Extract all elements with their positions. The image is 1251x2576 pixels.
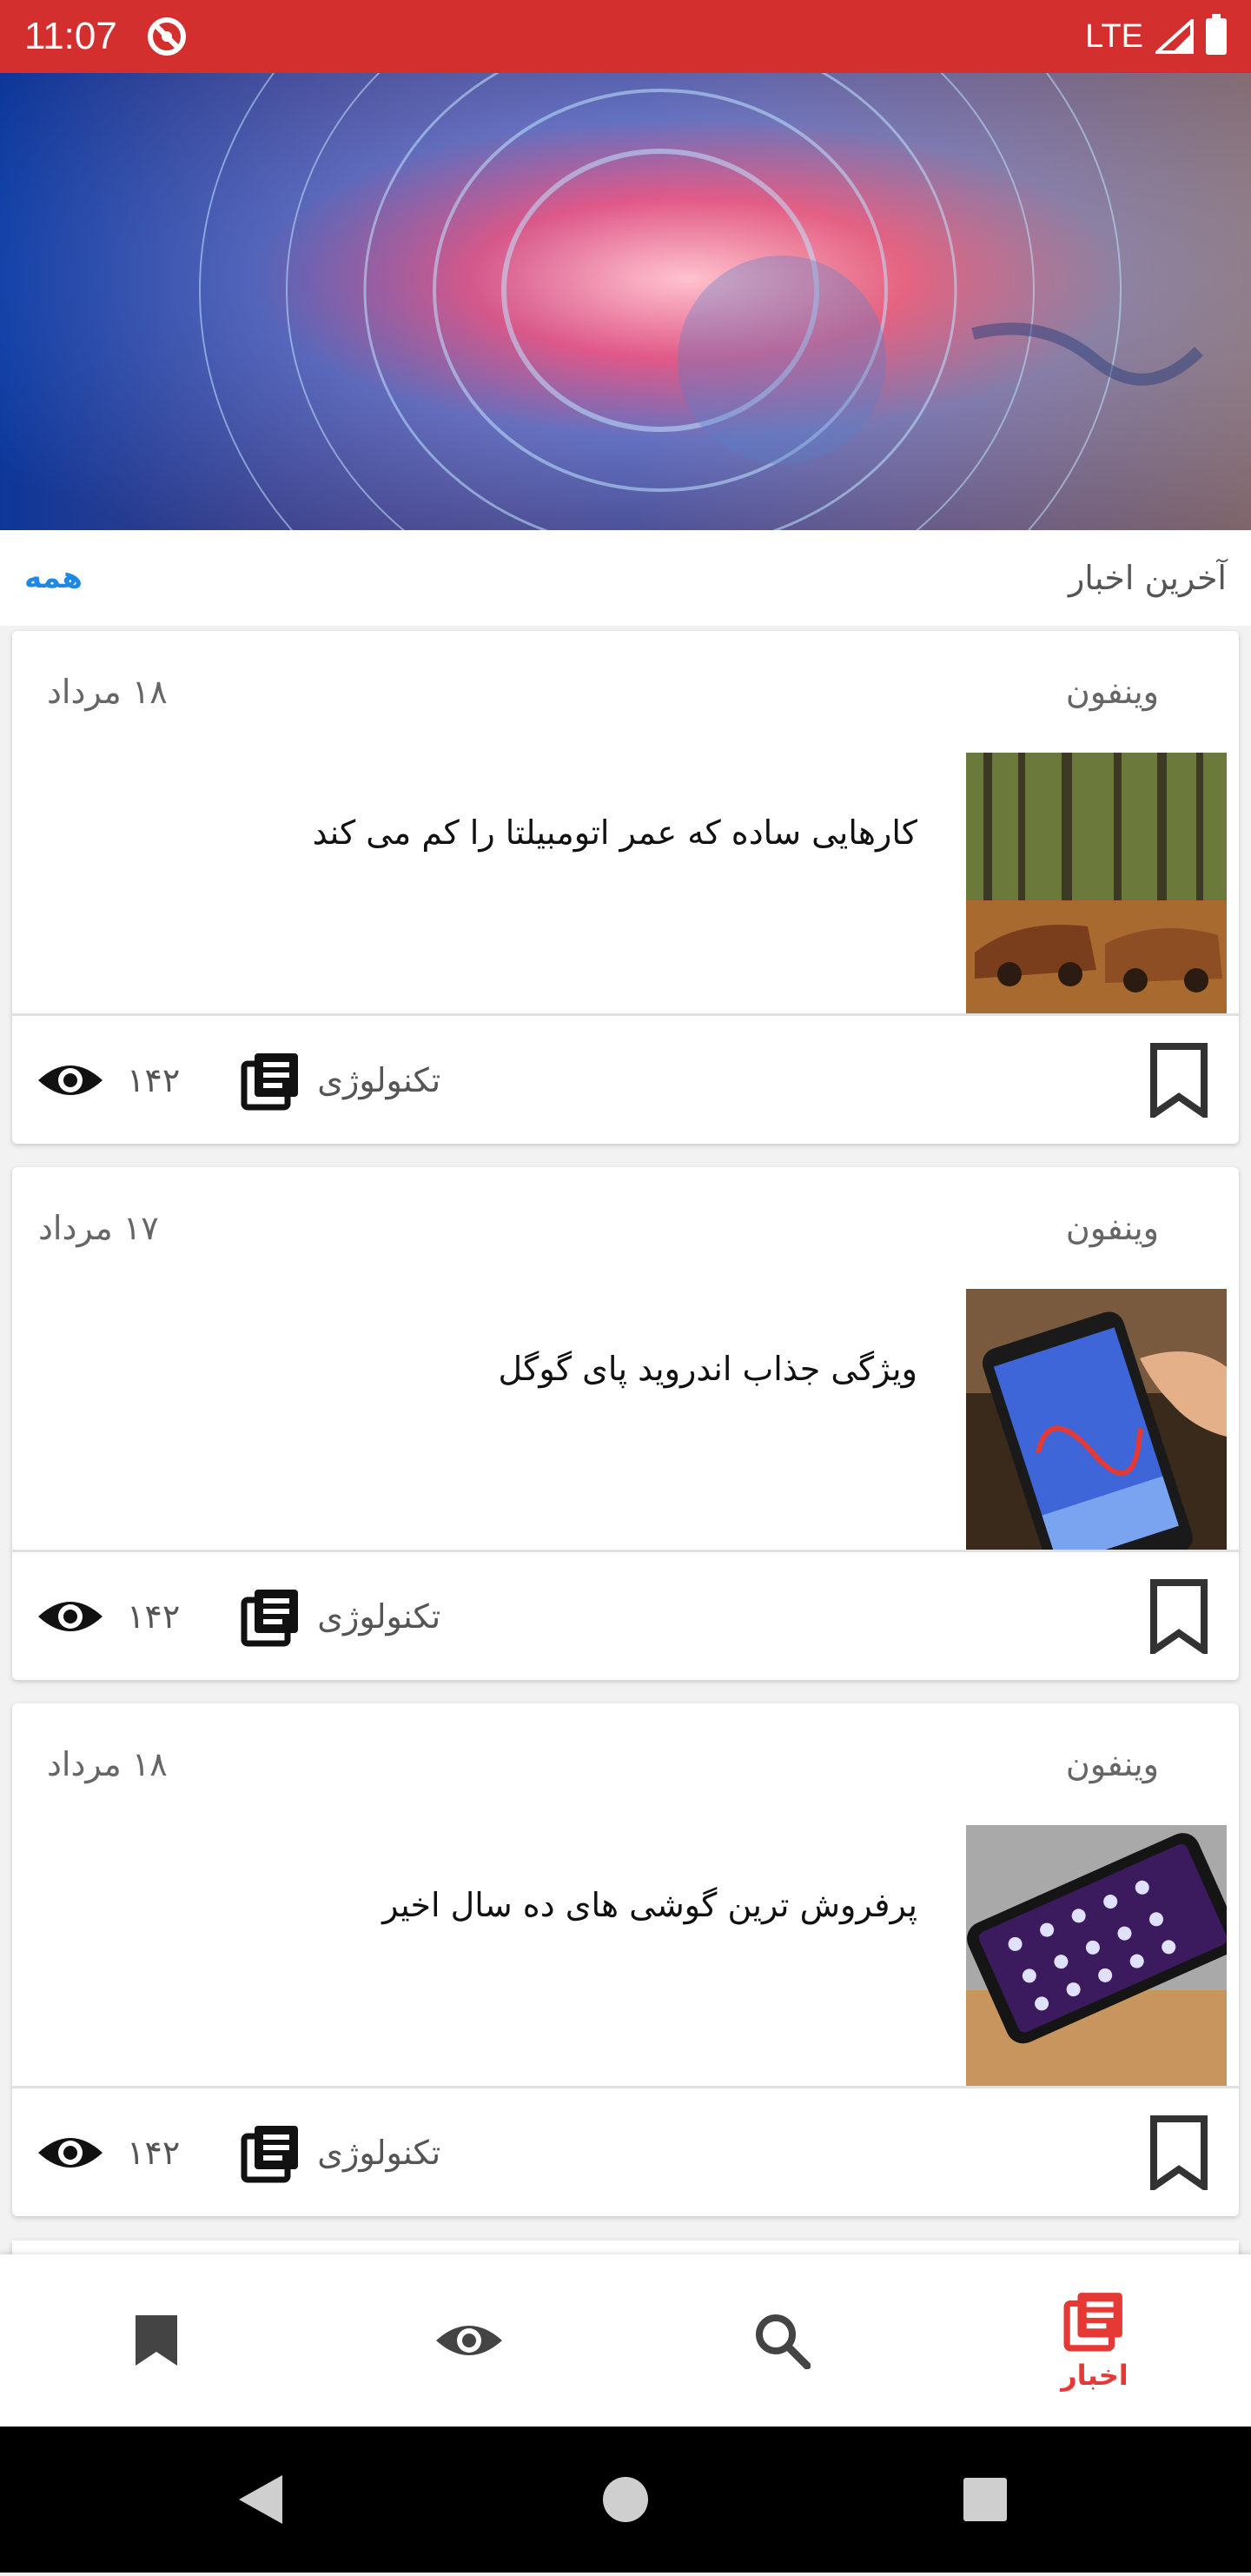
news-title[interactable]: ویژگی جذاب اندروید پای گوگل (498, 1350, 917, 1388)
recents-icon[interactable] (963, 2478, 1007, 2521)
news-thumbnail[interactable] (966, 1825, 1227, 2086)
news-date: ۱۸ مرداد (47, 673, 168, 711)
eye-icon (38, 1601, 103, 1631)
news-source: وینفون (1065, 673, 1159, 711)
see-all-link[interactable]: همه (24, 561, 83, 595)
news-card[interactable]: ۱۸ مرداد وینفون پرفروش ترین گوشی های ده … (12, 1703, 1239, 2216)
nav-bookmarks[interactable] (0, 2254, 313, 2427)
nav-viewed[interactable] (313, 2254, 626, 2427)
category-label: تکنولوژی (317, 1597, 441, 1636)
back-icon[interactable] (239, 2475, 282, 2524)
news-card[interactable]: ۱۷ مرداد وینفون ویژگی جذاب اندروید پای گ… (12, 1167, 1239, 1680)
view-count: ۱۴۲ (36, 2130, 180, 2175)
news-icon (1063, 2293, 1122, 2352)
battery-icon (1206, 14, 1227, 55)
nav-news[interactable]: اخبار (938, 2254, 1251, 2427)
search-icon (756, 2314, 811, 2369)
views-count: ۱۴۲ (127, 1597, 181, 1636)
eye-icon (436, 2326, 502, 2355)
section-title: آخرین اخبار (1068, 559, 1227, 597)
news-category-icon (241, 2125, 299, 2182)
category-label: تکنولوژی (317, 1060, 441, 1099)
news-title[interactable]: پرفروش ترین گوشی های ده سال اخیر (382, 1886, 917, 1924)
news-banner-image[interactable] (0, 73, 1251, 530)
news-thumbnail[interactable] (966, 1289, 1227, 1550)
views-count: ۱۴۲ (127, 2133, 181, 2172)
status-bar: 11:07 LTE (0, 0, 1251, 73)
news-category[interactable]: تکنولوژی (241, 1586, 440, 1647)
status-time: 11:07 (24, 15, 117, 57)
signal-icon (1155, 19, 1194, 54)
news-category-icon (241, 1589, 299, 1646)
news-date: ۱۸ مرداد (47, 1745, 168, 1783)
bookmark-icon[interactable] (1148, 2115, 1209, 2190)
eye-icon (38, 1065, 103, 1095)
do-not-disturb-icon (147, 17, 186, 56)
latest-news-header: آخرین اخبار همه (0, 530, 1251, 626)
news-title[interactable]: کارهایی ساده که عمر اتومبیلتا را کم می ک… (313, 813, 917, 852)
news-card[interactable]: ۱۸ مرداد وینفون کارهایی ساده که عمر اتوم… (12, 631, 1239, 1144)
news-thumbnail[interactable] (966, 753, 1227, 1013)
news-category[interactable]: تکنولوژی (241, 1050, 440, 1111)
nav-news-label: اخبار (1061, 2359, 1129, 2392)
news-date: ۱۷ مرداد (38, 1209, 159, 1247)
view-count: ۱۴۲ (36, 1058, 180, 1103)
category-label: تکنولوژی (317, 2133, 441, 2172)
news-category[interactable]: تکنولوژی (241, 2122, 440, 2183)
eye-icon (38, 2137, 103, 2168)
views-count: ۱۴۲ (127, 1060, 181, 1099)
news-source: وینفون (1065, 1209, 1159, 1247)
nav-search[interactable] (626, 2254, 938, 2427)
bookmark-icon[interactable] (1148, 1042, 1209, 1118)
news-category-icon (241, 1052, 299, 1110)
network-type: LTE (1085, 17, 1143, 55)
bookmark-icon[interactable] (1148, 1578, 1209, 1654)
news-source: وینفون (1065, 1745, 1159, 1783)
view-count: ۱۴۲ (36, 1594, 180, 1639)
home-icon[interactable] (603, 2477, 648, 2522)
bottom-navigation: اخبار (0, 2254, 1251, 2427)
bookmark-icon (136, 2315, 177, 2366)
system-navigation-bar (0, 2427, 1251, 2573)
